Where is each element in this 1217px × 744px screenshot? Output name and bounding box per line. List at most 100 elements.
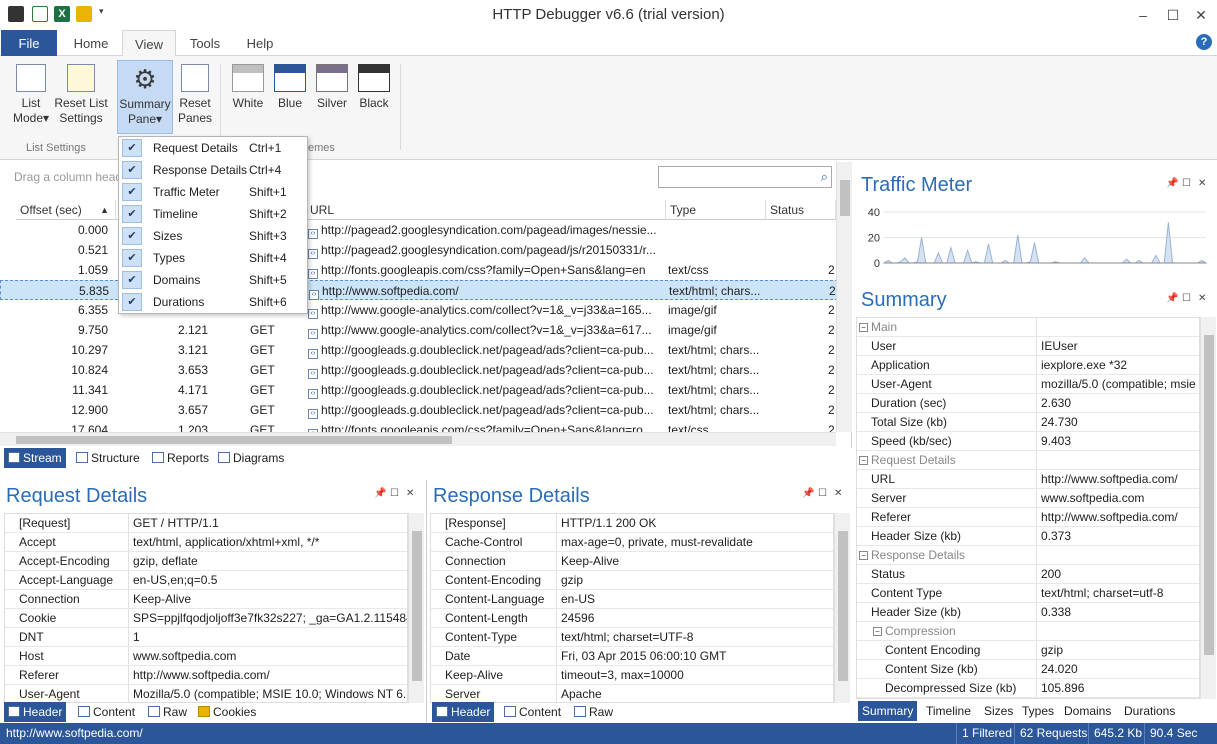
tab-request-raw[interactable]: Raw: [144, 702, 191, 722]
pin-icon[interactable]: 📌: [1166, 293, 1178, 304]
property-row[interactable]: Application iexplore.exe *32: [857, 356, 1199, 375]
tab-reports[interactable]: Reports: [148, 448, 213, 468]
property-row[interactable]: Host www.softpedia.com: [5, 647, 407, 666]
menu-item-durations[interactable]: ✔ Durations Shift+6: [119, 291, 307, 313]
property-row[interactable]: Referer http://www.softpedia.com/: [5, 666, 407, 685]
table-row[interactable]: 10.297 3.121 GET ‹› http://googleads.g.doubl…: [0, 340, 838, 360]
property-row[interactable]: Connection Keep-Alive: [5, 590, 407, 609]
property-row[interactable]: Header Size (kb) 0.373: [857, 527, 1199, 546]
property-row[interactable]: User IEUser: [857, 337, 1199, 356]
property-row[interactable]: Content-Type text/html; charset=UTF-8: [431, 628, 833, 647]
column-header-url[interactable]: URL: [306, 200, 666, 220]
property-row[interactable]: − Main: [857, 318, 1199, 337]
list-mode-button[interactable]: List Mode▾: [6, 64, 56, 126]
theme-black-button[interactable]: Black: [354, 64, 394, 111]
summary-scrollbar[interactable]: [1200, 317, 1216, 699]
menu-item-domains[interactable]: ✔ Domains Shift+5: [119, 269, 307, 291]
maximize-pane-icon[interactable]: ☐: [390, 488, 399, 499]
tab-durations[interactable]: Durations: [1120, 701, 1179, 721]
scroll-thumb[interactable]: [840, 180, 850, 216]
property-row[interactable]: − Request Details: [857, 451, 1199, 470]
property-row[interactable]: − Response Details: [857, 546, 1199, 565]
property-row[interactable]: Server Apache: [431, 685, 833, 702]
close-pane-icon[interactable]: ✕: [406, 488, 414, 499]
property-row[interactable]: Total Size (kb) 24.730: [857, 413, 1199, 432]
tab-request-content[interactable]: Content: [74, 702, 139, 722]
menu-item-traffic-meter[interactable]: ✔ Traffic Meter Shift+1: [119, 181, 307, 203]
reset-list-settings-button[interactable]: Reset List Settings: [54, 64, 108, 126]
close-icon[interactable]: ✕: [1186, 4, 1216, 26]
scroll-thumb[interactable]: [1204, 335, 1214, 655]
property-row[interactable]: Content-Language en-US: [431, 590, 833, 609]
pin-icon[interactable]: 📌: [1166, 178, 1178, 189]
property-row[interactable]: Accept-Language en-US,en;q=0.5: [5, 571, 407, 590]
table-row[interactable]: 12.900 3.657 GET ‹› http://googleads.g.doubl…: [0, 400, 838, 420]
property-row[interactable]: Server www.softpedia.com: [857, 489, 1199, 508]
grid-vertical-scrollbar[interactable]: [836, 162, 852, 432]
property-row[interactable]: Content Type text/html; charset=utf-8: [857, 584, 1199, 603]
property-row[interactable]: Content-Encoding gzip: [431, 571, 833, 590]
scroll-thumb[interactable]: [16, 436, 452, 444]
theme-silver-button[interactable]: Silver: [312, 64, 352, 111]
property-row[interactable]: Connection Keep-Alive: [431, 552, 833, 571]
tab-help[interactable]: Help: [236, 30, 284, 57]
maximize-pane-icon[interactable]: ☐: [1182, 178, 1191, 189]
property-row[interactable]: [Request] GET / HTTP/1.1: [5, 514, 407, 533]
property-row[interactable]: Decompressed Size (kb) 105.896: [857, 679, 1199, 698]
menu-item-response-details[interactable]: ✔ Response Details Ctrl+4: [119, 159, 307, 181]
tab-response-raw[interactable]: Raw: [570, 702, 617, 722]
property-row[interactable]: Speed (kb/sec) 9.403: [857, 432, 1199, 451]
tab-response-content[interactable]: Content: [500, 702, 565, 722]
property-row[interactable]: Content-Length 24596: [431, 609, 833, 628]
menu-item-types[interactable]: ✔ Types Shift+4: [119, 247, 307, 269]
help-icon[interactable]: ?: [1196, 34, 1212, 50]
tab-sizes[interactable]: Sizes: [980, 701, 1017, 721]
tab-diagrams[interactable]: Diagrams: [214, 448, 288, 468]
close-pane-icon[interactable]: ✕: [1198, 293, 1206, 304]
tab-file[interactable]: File: [1, 30, 57, 57]
pin-icon[interactable]: 📌: [374, 488, 386, 499]
tab-tools[interactable]: Tools: [180, 30, 230, 57]
collapse-icon[interactable]: −: [859, 323, 868, 332]
menu-item-sizes[interactable]: ✔ Sizes Shift+3: [119, 225, 307, 247]
property-row[interactable]: DNT 1: [5, 628, 407, 647]
response-details-scrollbar[interactable]: [834, 513, 850, 703]
maximize-icon[interactable]: ☐: [1158, 4, 1188, 26]
tab-types[interactable]: Types: [1018, 701, 1058, 721]
scroll-thumb[interactable]: [412, 531, 422, 681]
tab-request-header[interactable]: Header: [4, 702, 67, 722]
property-row[interactable]: Duration (sec) 2.630: [857, 394, 1199, 413]
column-header-offset[interactable]: Offset (sec) ▲: [16, 200, 116, 220]
property-row[interactable]: Cookie SPS=ppjlfqodjoljoff3e7fk32s227; _g…: [5, 609, 407, 628]
property-row[interactable]: User-Agent mozilla/5.0 (compatible; msie: [857, 375, 1199, 394]
minimize-icon[interactable]: –: [1128, 4, 1158, 26]
table-row[interactable]: 10.824 3.653 GET ‹› http://googleads.g.doubl…: [0, 360, 838, 380]
tab-response-header[interactable]: Header: [432, 702, 495, 722]
column-header-type[interactable]: Type: [666, 200, 766, 220]
property-row[interactable]: Keep-Alive timeout=3, max=10000: [431, 666, 833, 685]
menu-item-timeline[interactable]: ✔ Timeline Shift+2: [119, 203, 307, 225]
grid-search-input[interactable]: ⌕: [658, 166, 832, 188]
tab-view[interactable]: View: [122, 30, 176, 57]
property-row[interactable]: Accept-Encoding gzip, deflate: [5, 552, 407, 571]
tab-request-cookies[interactable]: Cookies: [194, 702, 260, 722]
reset-panes-button[interactable]: Reset Panes: [175, 64, 215, 126]
maximize-pane-icon[interactable]: ☐: [1182, 293, 1191, 304]
property-row[interactable]: [Response] HTTP/1.1 200 OK: [431, 514, 833, 533]
property-row[interactable]: Content Encoding gzip: [857, 641, 1199, 660]
collapse-icon[interactable]: −: [859, 551, 868, 560]
pane-splitter[interactable]: [426, 480, 427, 722]
table-row[interactable]: 17.604 1.203 GET ‹›http://fonts.googleapis.…: [0, 420, 838, 432]
tab-domains[interactable]: Domains: [1060, 701, 1115, 721]
property-row[interactable]: Accept text/html, application/xhtml+xml, …: [5, 533, 407, 552]
tab-summary[interactable]: Summary: [858, 701, 918, 721]
request-details-scrollbar[interactable]: [408, 513, 424, 703]
menu-item-request-details[interactable]: ✔ Request Details Ctrl+1: [119, 137, 307, 159]
property-row[interactable]: User-Agent Mozilla/5.0 (compatible; MSIE …: [5, 685, 407, 702]
tab-timeline[interactable]: Timeline: [922, 701, 975, 721]
scroll-thumb[interactable]: [838, 531, 848, 681]
property-row[interactable]: Cache-Control max-age=0, private, must-re…: [431, 533, 833, 552]
property-row[interactable]: Content Size (kb) 24.020: [857, 660, 1199, 679]
theme-white-button[interactable]: White: [228, 64, 268, 111]
grid-horizontal-scrollbar[interactable]: [0, 432, 836, 446]
